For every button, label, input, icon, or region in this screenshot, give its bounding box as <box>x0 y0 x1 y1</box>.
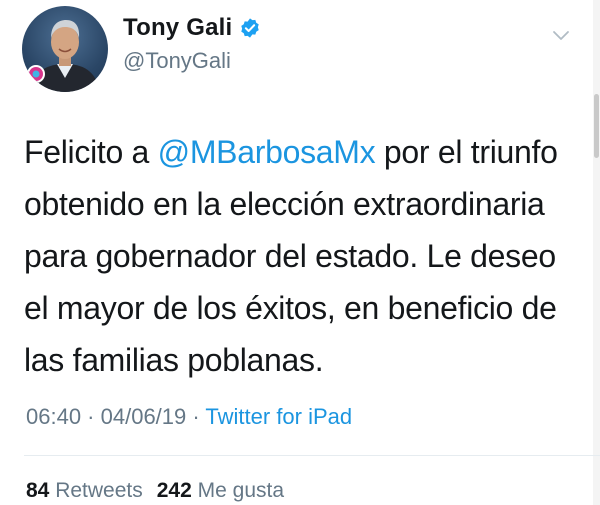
retweets-stat[interactable]: 84 Retweets <box>26 479 143 502</box>
meta-separator: · <box>81 404 101 429</box>
scrollbar[interactable] <box>593 0 600 505</box>
chevron-down-icon[interactable] <box>550 24 572 46</box>
author-name-row: Tony Gali <box>123 14 261 42</box>
author-handle[interactable]: @TonyGali <box>123 48 231 74</box>
verified-badge-icon <box>239 17 261 39</box>
tweet-text-rest: por el triunfo obtenido en la elección e… <box>24 134 558 378</box>
author-display-name[interactable]: Tony Gali <box>123 14 232 42</box>
likes-count: 242 <box>156 479 192 502</box>
tweet-time[interactable]: 06:40 <box>26 404 81 429</box>
tweet-text: Felicito a @MBarbosaMx por el triunfo ob… <box>24 126 584 386</box>
tweet-stats: 84 Retweets 242 Me gusta <box>26 479 298 503</box>
tweet-detail: Tony Gali @TonyGali Felicito a @MBarbosa… <box>0 0 600 505</box>
avatar-photo-icon <box>27 20 100 92</box>
meta-separator: · <box>186 404 206 429</box>
tweet-source-link[interactable]: Twitter for iPad <box>205 404 352 429</box>
retweets-count: 84 <box>26 479 50 502</box>
tweet-text-start: Felicito a <box>24 134 158 170</box>
divider <box>24 455 600 456</box>
tweet-metadata: 06:40 · 04/06/19 · Twitter for iPad <box>26 404 352 430</box>
mention-link[interactable]: @MBarbosaMx <box>158 134 376 170</box>
likes-stat[interactable]: 242 Me gusta <box>157 479 284 502</box>
tweet-date[interactable]: 04/06/19 <box>101 404 187 429</box>
scrollbar-thumb[interactable] <box>594 94 599 158</box>
likes-label: Me gusta <box>197 479 285 502</box>
avatar[interactable] <box>22 6 108 92</box>
retweets-label: Retweets <box>55 479 143 502</box>
